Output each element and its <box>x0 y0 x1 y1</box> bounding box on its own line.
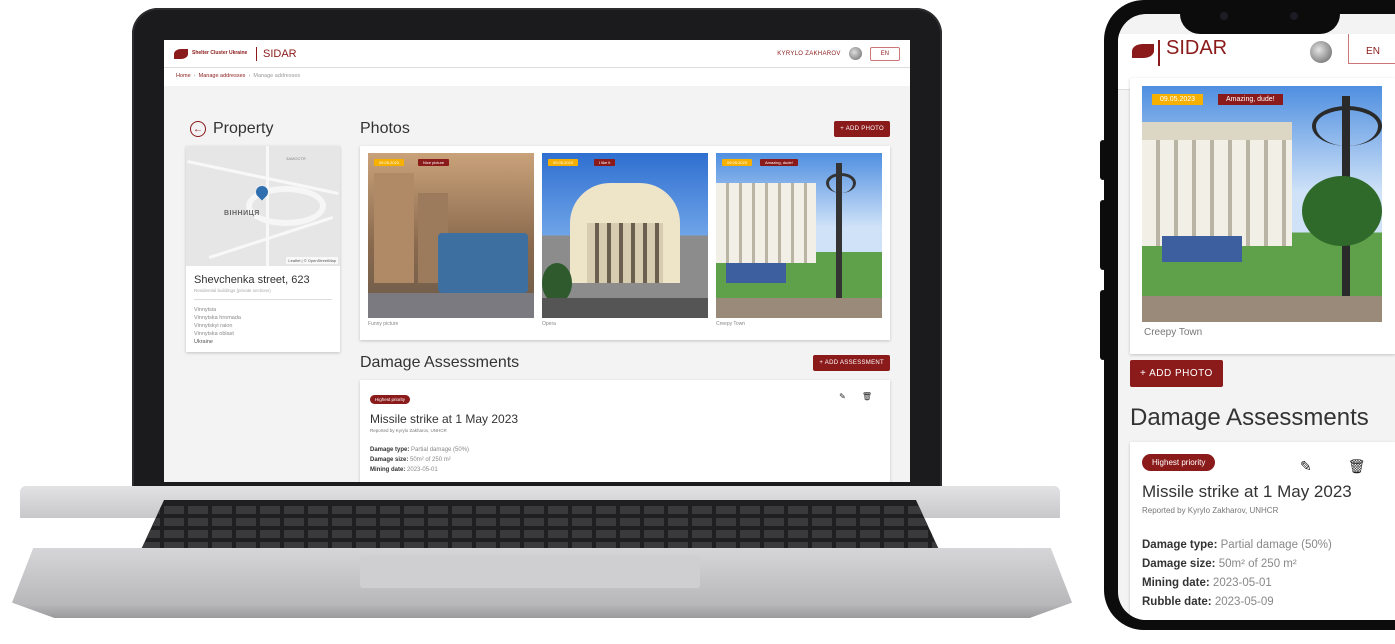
photo-caption: Funny picture <box>368 321 399 327</box>
logo-icon[interactable] <box>1132 44 1154 58</box>
edit-icon[interactable]: ✎ <box>1300 458 1312 475</box>
photo-card[interactable]: 09.05.2023 Nice picture Funny picture <box>368 153 534 333</box>
laptop-keyboard <box>140 500 940 552</box>
property-oblast: Vinnytska oblast <box>194 331 234 337</box>
mining-date-value: 2023-05-01 <box>1212 577 1272 589</box>
property-hromada: Vinnytska hromada <box>194 315 241 321</box>
breadcrumb: Home › Manage addresses › Manage address… <box>164 68 910 86</box>
photo-caption: Creepy Town <box>716 321 746 327</box>
damage-type-label: Damage type: <box>370 447 410 453</box>
property-map[interactable]: ЗАМОСТЯ ВІННИЦЯ Leaflet | © OpenStreetMa… <box>186 146 340 266</box>
photo-tag-chip: Nice picture <box>418 159 450 166</box>
damage-type-value: Partial damage (50%) <box>1220 539 1332 551</box>
assessments-title: Damage Assessments <box>1130 404 1369 431</box>
assessment-card: Highest priority ✎ 🗑 Missile strike at 1… <box>360 380 890 482</box>
mining-date-label: Mining date: <box>1142 577 1210 589</box>
logo-icon[interactable] <box>174 48 188 59</box>
device-mockup: Shelter Cluster Ukraine SIDAR KYRYLO ZAK… <box>0 0 1395 644</box>
map-attribution[interactable]: Leaflet | © OpenStreetMap <box>286 257 338 264</box>
damage-size-value: 50m² of 250 m² <box>1218 558 1297 570</box>
add-photo-button[interactable]: + ADD PHOTO <box>1130 360 1223 387</box>
photo-tag-chip: Amazing, dude! <box>760 159 798 166</box>
damage-size-value: 50m² of 250 m² <box>410 457 451 463</box>
photo-caption: Opera <box>542 321 556 327</box>
laptop-screen: Shelter Cluster Ukraine SIDAR KYRYLO ZAK… <box>164 40 910 482</box>
damage-type-value: Partial damage (50%) <box>411 447 470 453</box>
property-title: Property <box>213 120 274 137</box>
phone-notch <box>1180 0 1340 34</box>
photo-date-chip: 09.05.2023 <box>374 159 405 166</box>
app-header: Shelter Cluster Ukraine SIDAR KYRYLO ZAK… <box>164 40 910 68</box>
property-raion: Vinnytskyi raion <box>194 323 233 329</box>
photos-gallery: 09.05.2023 Nice picture Funny picture 09… <box>360 146 890 340</box>
assessment-reporter: Reported by Kyrylo Zakharov, UNHCR <box>370 428 447 433</box>
delete-icon[interactable]: 🗑 <box>1348 458 1366 475</box>
user-name[interactable]: KYRYLO ZAKHAROV <box>777 51 840 57</box>
arrow-back-icon[interactable]: ← <box>190 121 206 137</box>
mining-date-label: Mining date: <box>370 467 406 473</box>
delete-icon[interactable]: 🗑 <box>862 392 872 401</box>
assessment-title: Missile strike at 1 May 2023 <box>370 412 519 426</box>
photo-date-chip: 09.05.2023 <box>548 159 579 166</box>
avatar[interactable] <box>1310 41 1332 63</box>
photo-date-chip: 09.05.2023 <box>722 159 753 166</box>
property-address: Shevchenka street, 623 <box>194 274 310 286</box>
phone-screen: SIDAR EN 09.05.2023 Amazing, dude! Creep… <box>1118 14 1395 620</box>
app-name[interactable]: SIDAR <box>263 48 297 60</box>
avatar[interactable] <box>848 47 862 60</box>
priority-badge: Highest priority <box>1142 454 1216 471</box>
assessment-card: Highest priority ✎ 🗑 Missile strike at 1… <box>1130 442 1395 620</box>
logo-text[interactable]: Shelter Cluster Ukraine <box>192 51 250 56</box>
priority-badge: Highest priority <box>370 395 411 404</box>
photo-card[interactable]: 09.05.2023 Amazing, dude! Creepy Town <box>1130 78 1395 354</box>
add-assessment-button[interactable]: + ADD ASSESSMENT <box>813 355 890 371</box>
app-name[interactable]: SIDAR <box>1166 37 1227 60</box>
laptop-trackpad <box>360 556 700 588</box>
damage-size-label: Damage size: <box>1142 558 1216 570</box>
edit-icon[interactable]: ✎ <box>839 392 846 401</box>
map-city-label: ВІННИЦЯ <box>224 210 260 217</box>
photos-title: Photos <box>360 120 410 137</box>
assessment-title: Missile strike at 1 May 2023 <box>1142 482 1352 501</box>
property-column: ← Property ЗАМОСТЯ ВІННИЦЯ Leaflet | © O… <box>186 120 340 352</box>
photo-card[interactable]: 09.05.2023 Amazing, dude! Creepy Town <box>716 153 882 333</box>
mining-date-value: 2023-05-01 <box>407 467 438 473</box>
map-district-label: ЗАМОСТЯ <box>286 156 306 161</box>
main-column: Photos + ADD PHOTO 09.05.2023 Nice pictu… <box>360 120 890 482</box>
property-city: Vinnytsia <box>194 307 217 313</box>
photo-tag-chip: I like it <box>594 159 616 166</box>
breadcrumb-home[interactable]: Home <box>176 73 191 79</box>
rubble-date-label: Rubble date: <box>1142 596 1212 608</box>
damage-type-label: Damage type: <box>1142 539 1218 551</box>
breadcrumb-current: Manage addresses <box>253 73 301 79</box>
damage-size-label: Damage size: <box>370 457 409 463</box>
breadcrumb-manage[interactable]: Manage addresses <box>199 73 246 79</box>
rubble-date-value: 2023-05-09 <box>1214 596 1274 608</box>
language-button[interactable]: EN <box>1348 34 1395 64</box>
assessment-reporter: Reported by Kyrylo Zakharov, UNHCR <box>1142 506 1279 515</box>
header-divider <box>1158 40 1160 66</box>
photo-card[interactable]: 09.05.2023 I like it Opera <box>542 153 708 333</box>
language-button[interactable]: EN <box>869 46 900 61</box>
photo-tag-chip: Amazing, dude! <box>1218 94 1283 105</box>
header-divider <box>256 46 257 61</box>
property-country: Ukraine <box>194 339 213 345</box>
property-card: ЗАМОСТЯ ВІННИЦЯ Leaflet | © OpenStreetMa… <box>186 146 340 352</box>
assessments-title: Damage Assessments <box>360 354 520 371</box>
add-photo-button[interactable]: + ADD PHOTO <box>834 121 890 137</box>
photo-caption: Creepy Town <box>1144 327 1203 338</box>
property-type: Residential buildings (private sections) <box>194 288 332 300</box>
photo-date-chip: 09.05.2023 <box>1152 94 1204 105</box>
